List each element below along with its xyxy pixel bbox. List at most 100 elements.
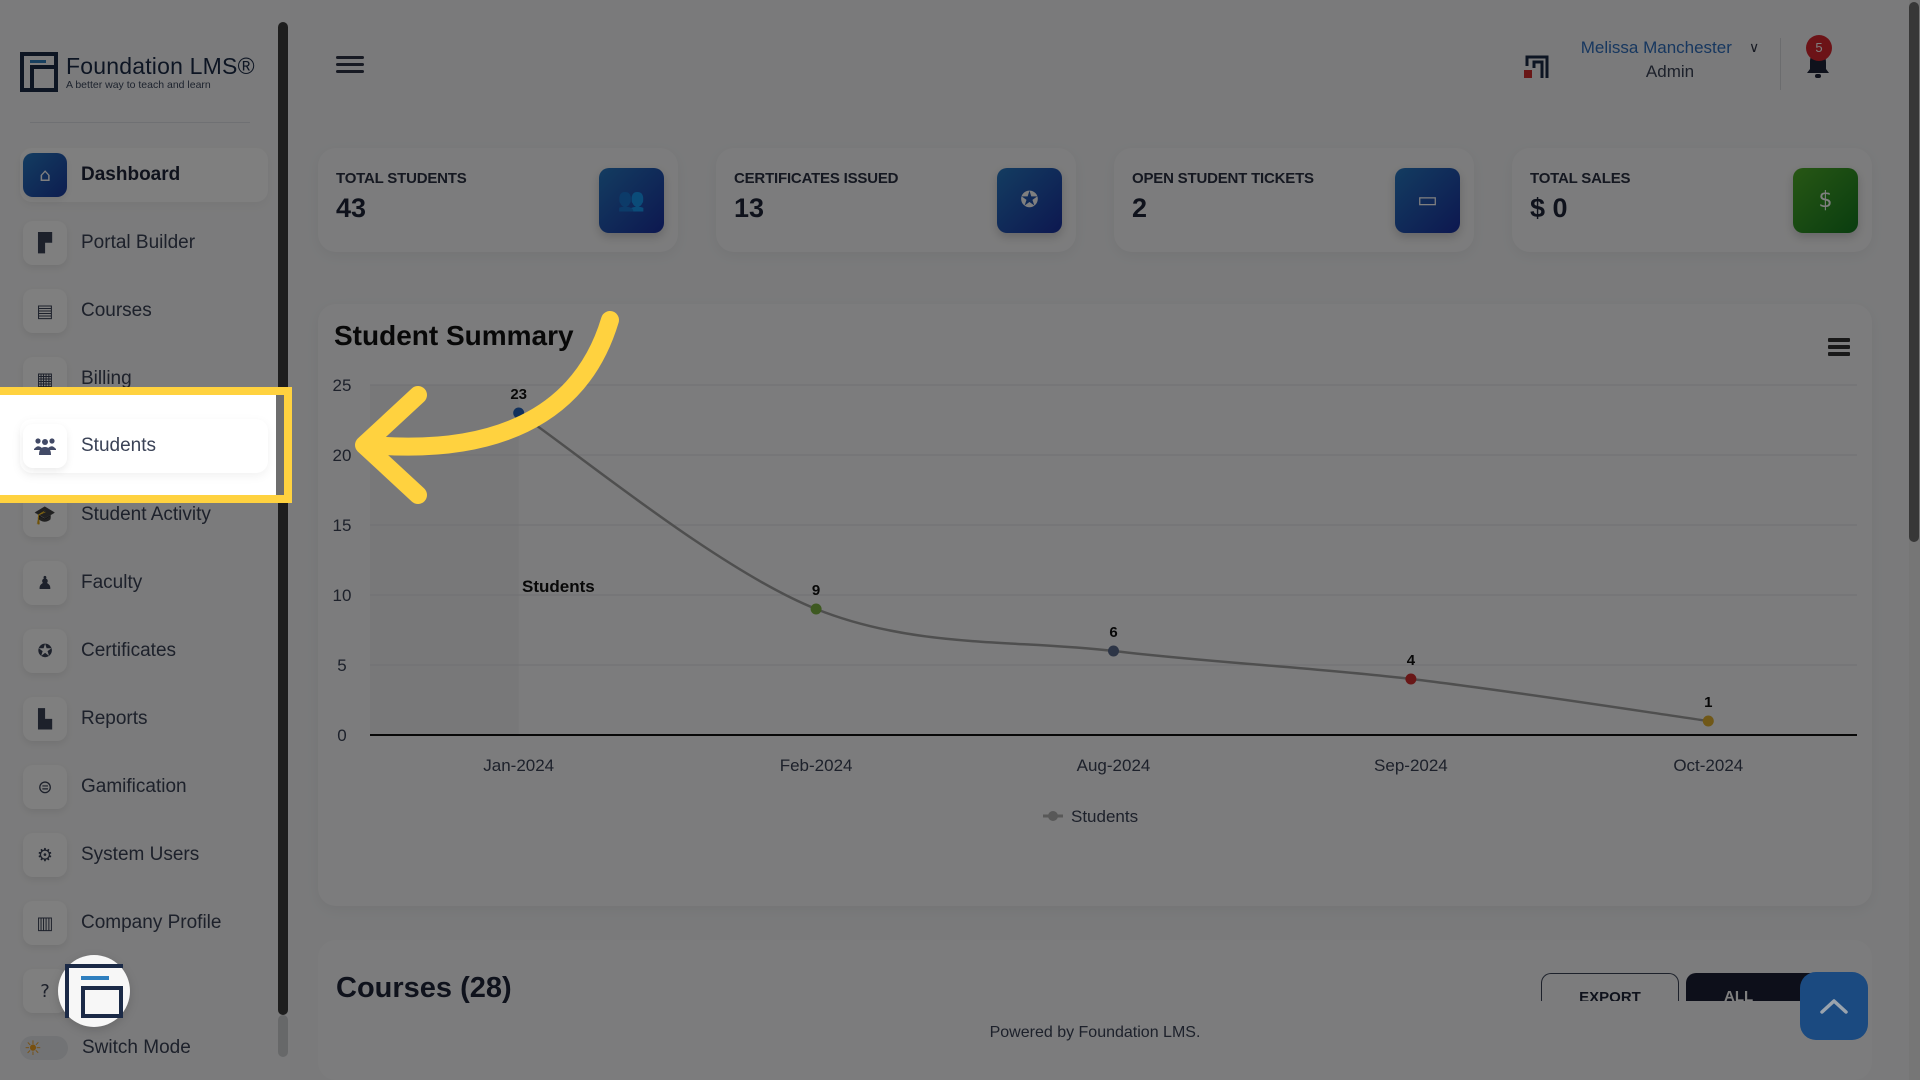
gamepad-icon: ⊜	[23, 765, 67, 809]
courses-title: Courses (28)	[336, 972, 512, 1004]
floating-logo-button[interactable]	[58, 955, 130, 1027]
faculty-icon: ♟	[23, 561, 67, 605]
logo-mark-icon	[65, 964, 123, 1018]
sun-icon: ☀	[24, 1036, 42, 1060]
users-icon	[23, 424, 67, 468]
brand-name: Foundation LMS®	[66, 53, 255, 79]
data-label: 4	[1407, 652, 1416, 669]
y-tick-label: 20	[333, 446, 352, 465]
scroll-to-top-button[interactable]	[1800, 972, 1868, 1040]
data-label: 6	[1109, 624, 1117, 641]
sidebar-scrollbar	[276, 395, 284, 495]
divider	[1780, 38, 1781, 90]
y-tick-label: 10	[333, 586, 352, 605]
footer-text: Powered by Foundation LMS.	[989, 1024, 1201, 1041]
notification-badge: 5	[1806, 35, 1832, 61]
sidebar-item-courses[interactable]: ▤ Courses	[20, 284, 268, 338]
portal-icon: ▛	[23, 221, 67, 265]
sidebar-item-label: Student Activity	[81, 504, 211, 525]
chart-menu-button[interactable]	[1828, 338, 1850, 356]
sidebar-item-portal-builder[interactable]: ▛ Portal Builder	[20, 216, 268, 270]
data-point	[1405, 673, 1417, 685]
sidebar-item-faculty[interactable]: ♟ Faculty	[20, 556, 268, 610]
sidebar-item-label: Reports	[81, 708, 148, 729]
certificate-icon: ✪	[23, 629, 67, 673]
sidebar-item-gamification[interactable]: ⊜ Gamification	[20, 760, 268, 814]
x-tick-label: Aug-2024	[1077, 756, 1151, 775]
users-cog-icon: ⚙	[23, 833, 67, 877]
home-icon: ⌂	[23, 153, 67, 197]
brand-tagline: A better way to teach and learn	[66, 79, 211, 91]
brand-mini-icon	[1524, 55, 1549, 78]
y-tick-label: 25	[333, 376, 352, 395]
user-name[interactable]: Melissa Manchester	[1581, 38, 1732, 58]
stats-cards: TOTAL STUDENTS 43 👥 CERTIFICATES ISSUED 13 ✪ O…	[318, 148, 1910, 252]
sidebar-item-label: Students	[81, 435, 156, 456]
sidebar-nav: ⌂ Dashboard ▛ Portal Builder ▤ Courses ▦ Billin…	[20, 148, 268, 1032]
building-icon: ▥	[23, 901, 67, 945]
switch-mode-toggle[interactable]: ☀ Switch Mode	[20, 1036, 191, 1060]
chart-title: Student Summary	[334, 320, 574, 351]
student-summary-chart: 0 5 10 15 20 25 23 Jan-2024 9 Feb-2024 6 Aug-2024 4 S…	[333, 376, 1857, 826]
brand-logo[interactable]: Foundation LMS® A better way to teach an…	[20, 52, 255, 92]
sidebar-scrollbar[interactable]	[278, 22, 288, 1015]
switch-mode-label: Switch Mode	[82, 1037, 191, 1058]
sidebar-item-system-users[interactable]: ⚙ System Users	[20, 828, 268, 882]
sidebar-item-students-highlighted[interactable]: Students	[20, 419, 268, 473]
stat-card-total-sales[interactable]: TOTAL SALES $ 0 $	[1512, 148, 1872, 252]
data-label: 23	[510, 386, 527, 403]
stat-card-total-students[interactable]: TOTAL STUDENTS 43 👥	[318, 148, 678, 252]
sidebar-item-label: Dashboard	[81, 164, 181, 185]
certificate-icon: ✪	[997, 168, 1062, 233]
sidebar-item-label: Gamification	[81, 776, 187, 797]
y-tick-label: 15	[333, 516, 352, 535]
data-point	[810, 603, 822, 615]
user-menu[interactable]: Melissa Manchester ∨ Admin	[1570, 38, 1770, 82]
x-tick-label: Oct-2024	[1673, 756, 1743, 775]
y-tick-label: 5	[337, 656, 346, 675]
hover-tooltip-label: Students	[522, 577, 595, 596]
ticket-icon: ▭	[1395, 168, 1460, 233]
data-point	[1702, 715, 1714, 727]
data-point	[513, 407, 525, 419]
data-label: 1	[1704, 694, 1712, 711]
stat-card-certificates-issued[interactable]: CERTIFICATES ISSUED 13 ✪	[716, 148, 1076, 252]
sidebar-item-dashboard[interactable]: ⌂ Dashboard	[20, 148, 268, 202]
legend-marker-icon	[1048, 811, 1058, 821]
export-button[interactable]: EXPORT	[1541, 973, 1679, 1001]
sidebar-item-reports[interactable]: ▙ Reports	[20, 692, 268, 746]
chevron-up-icon	[1820, 999, 1848, 1014]
users-icon: 👥	[599, 168, 664, 233]
x-tick-label: Sep-2024	[1374, 756, 1448, 775]
toggle-track[interactable]: ☀	[20, 1036, 68, 1060]
chart-area-icon: ▙	[23, 697, 67, 741]
sidebar-item-label: Certificates	[81, 640, 177, 661]
courses-card	[318, 940, 1872, 1080]
page-scrollbar[interactable]	[1909, 2, 1919, 542]
user-role: Admin	[1645, 62, 1695, 81]
sidebar-item-label: Company Profile	[81, 912, 222, 933]
sidebar-item-company-profile[interactable]: ▥ Company Profile	[20, 896, 268, 950]
logo-mark-icon	[20, 52, 58, 92]
sidebar-item-label: Portal Builder	[81, 232, 196, 253]
sidebar-scrollbar-track[interactable]	[278, 1015, 288, 1057]
sidebar-item-label: Faculty	[81, 572, 143, 593]
x-tick-label: Jan-2024	[483, 756, 554, 775]
stat-card-open-student-tickets[interactable]: OPEN STUDENT TICKETS 2 ▭	[1114, 148, 1474, 252]
sidebar: Foundation LMS® A better way to teach an…	[0, 0, 290, 1080]
legend-label[interactable]: Students	[1071, 807, 1138, 826]
x-tick-label: Feb-2024	[780, 756, 853, 775]
series-line-students	[518, 411, 1709, 723]
chevron-down-icon[interactable]: ∨	[1749, 40, 1759, 56]
data-point	[1108, 645, 1119, 657]
sidebar-item-label: Courses	[81, 300, 152, 321]
divider	[30, 122, 250, 123]
menu-toggle-button[interactable]	[336, 56, 364, 74]
sidebar-item-certificates[interactable]: ✪ Certificates	[20, 624, 268, 678]
sidebar-item-label: System Users	[81, 844, 200, 865]
dollar-icon: $	[1793, 168, 1858, 233]
hover-band	[370, 385, 519, 735]
y-tick-label: 0	[337, 726, 346, 745]
data-label: 9	[812, 582, 820, 599]
book-icon: ▤	[23, 289, 67, 333]
